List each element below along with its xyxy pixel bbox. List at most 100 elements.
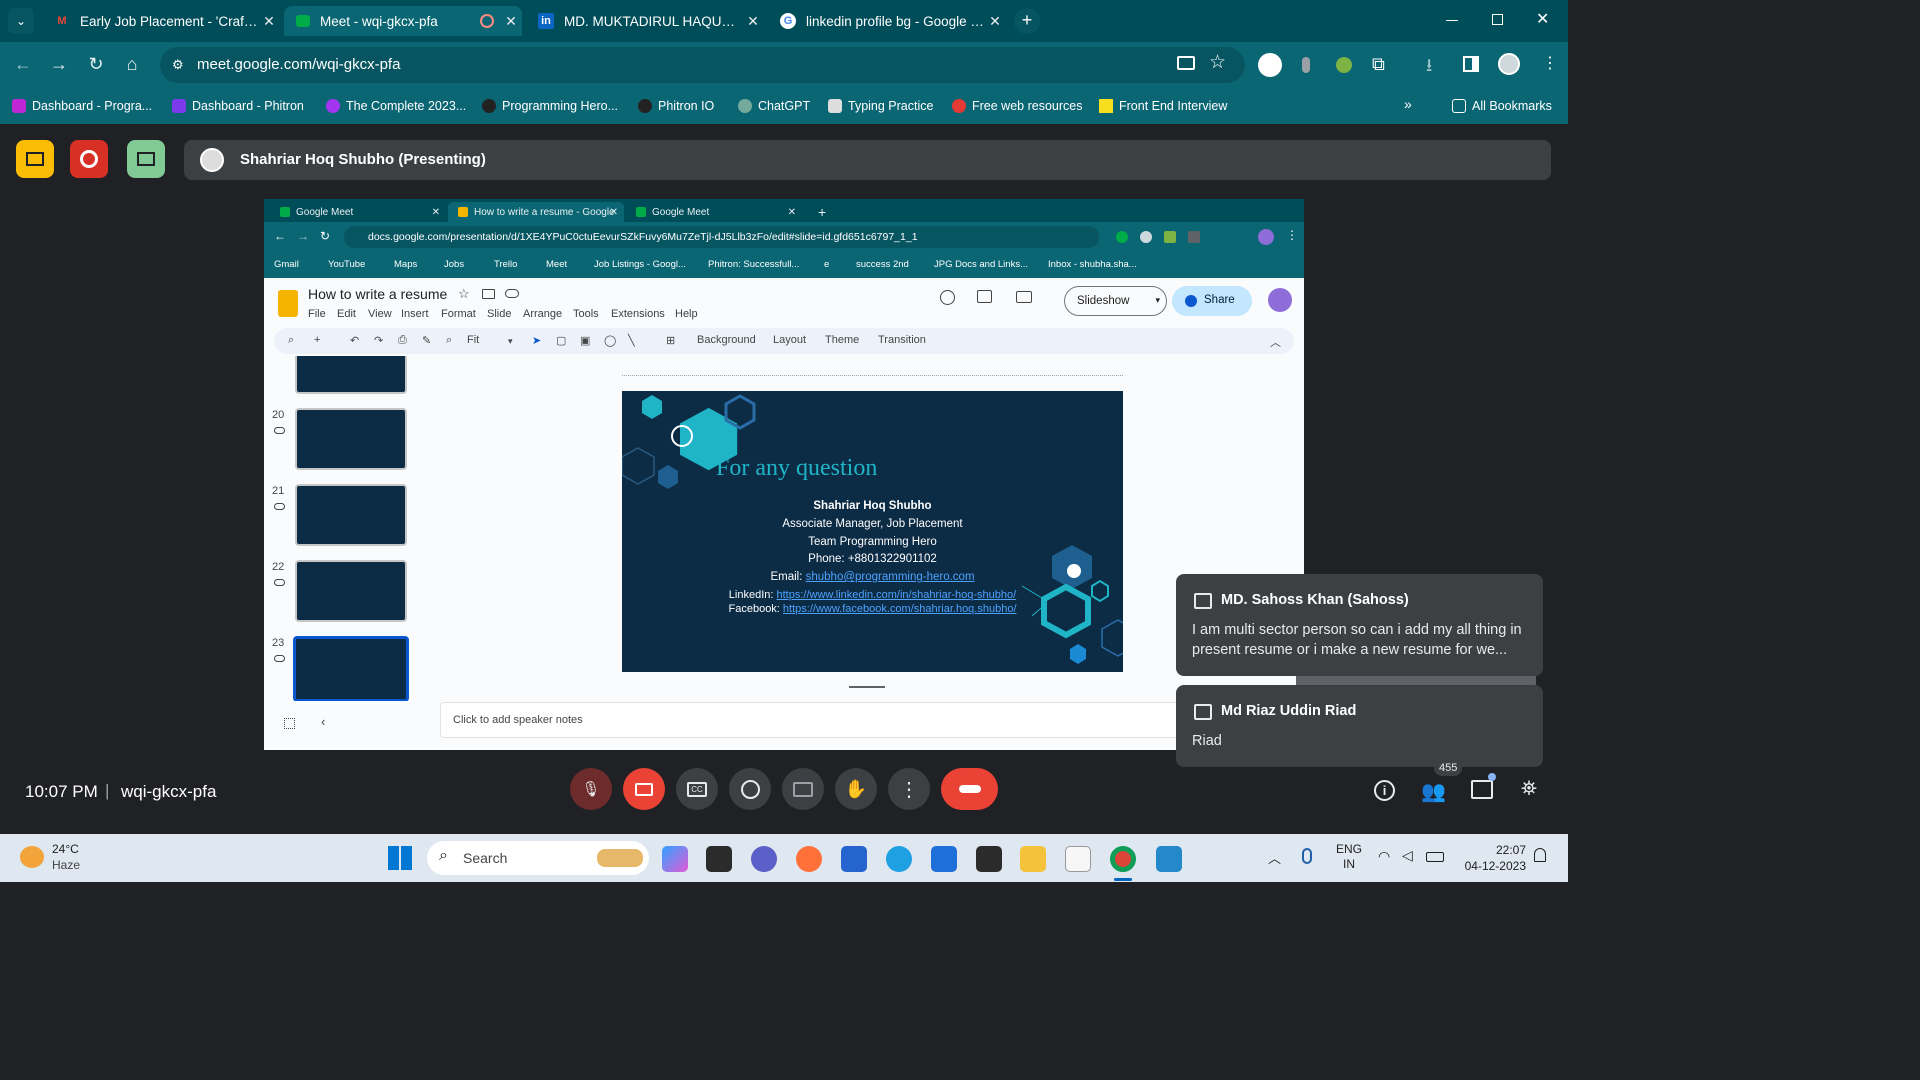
linkedin-icon: in (538, 13, 554, 29)
reload-icon[interactable]: ↻ (82, 50, 110, 78)
bookmark-item[interactable]: Dashboard - Phitron (172, 94, 304, 118)
close-icon[interactable]: ✕ (258, 13, 280, 30)
notification-bell-icon[interactable] (1534, 848, 1546, 862)
firefox-icon[interactable] (796, 846, 822, 872)
bookmark-item[interactable]: The Complete 2023... (326, 94, 466, 118)
profile-avatar (1258, 229, 1274, 245)
activities-icon[interactable]: ⛯ (1521, 778, 1537, 801)
browser-tab-gmail[interactable]: M Early Job Placement - 'Crafting y ✕ (42, 6, 280, 36)
download-icon[interactable]: ⭳ (1426, 53, 1432, 83)
gmail-icon: M (57, 15, 67, 27)
new-tab-button[interactable]: + (1014, 8, 1040, 34)
microphone-icon[interactable] (1302, 848, 1312, 864)
edge-icon[interactable] (886, 846, 912, 872)
home-icon[interactable]: ⌂ (118, 50, 146, 78)
bookmark-item[interactable]: Typing Practice (828, 94, 933, 118)
meet-icon (280, 207, 290, 217)
extension-icon[interactable] (1258, 53, 1282, 77)
clock[interactable]: 22:07 04-12-2023 (1456, 842, 1526, 874)
slides-icon (458, 207, 468, 217)
extension-icon[interactable] (1336, 57, 1352, 73)
wifi-icon[interactable]: ◠ (1378, 848, 1390, 865)
copilot-icon[interactable] (662, 846, 688, 872)
meet-app-icon[interactable] (751, 846, 777, 872)
slide-email: Email: shubho@programming-hero.com (770, 571, 975, 583)
menu-edit: Edit (337, 308, 356, 320)
recording-button[interactable] (70, 140, 108, 178)
slides-logo-icon (278, 290, 298, 317)
meet-stage: Shahriar Hoq Shubho (Presenting) Google … (0, 124, 1568, 834)
language-indicator[interactable]: ENG IN (1336, 842, 1362, 872)
restore-icon[interactable] (1492, 14, 1503, 25)
linkedin-link: https://www.linkedin.com/in/shahriar-hoq… (776, 589, 1017, 601)
bookmark-item[interactable]: Programming Hero... (482, 94, 618, 118)
windows-start-icon[interactable] (388, 846, 412, 870)
extensions-puzzle-icon[interactable]: ⧉ (1372, 54, 1385, 75)
store-icon[interactable] (931, 846, 957, 872)
close-icon[interactable]: ✕ (500, 13, 522, 30)
mic-off-button[interactable]: 🎙 (570, 768, 612, 810)
browser-tab-meet[interactable]: Meet - wqi-gkcx-pfa ✕ (284, 6, 522, 36)
stop-presenting-button[interactable] (16, 140, 54, 178)
bookmark-item[interactable]: Phitron IO (638, 94, 714, 118)
bookmark-favicon-icon (828, 99, 842, 113)
bookmark-item[interactable]: ChatGPT (738, 94, 810, 118)
dropbox-icon[interactable] (976, 846, 1002, 872)
shared-tab: Google Meet ✕ (626, 202, 802, 222)
close-icon[interactable]: ✕ (984, 13, 1006, 30)
meeting-details-icon[interactable]: i (1374, 780, 1395, 801)
file-explorer-icon[interactable] (1020, 846, 1046, 872)
link-icon (274, 579, 285, 586)
reactions-button[interactable] (729, 768, 771, 810)
bookmark-item[interactable]: Free web resources (952, 94, 1082, 118)
amazon-icon[interactable] (1065, 846, 1091, 872)
forward-icon[interactable]: → (45, 50, 73, 78)
bookmark-item: Gmail (274, 259, 299, 270)
side-panel-icon[interactable] (1463, 56, 1479, 72)
chrome-icon[interactable] (1110, 846, 1136, 872)
captions-button[interactable]: CC (676, 768, 718, 810)
cast-icon[interactable] (1177, 56, 1195, 70)
all-bookmarks-button[interactable]: All Bookmarks (1452, 94, 1552, 118)
bookmark-favicon-icon (326, 99, 340, 113)
tab-search-button[interactable]: ⌄ (8, 8, 34, 34)
site-info-icon[interactable]: ⚙ (172, 57, 184, 73)
browser-menu-icon[interactable]: ⋮ (1542, 53, 1558, 73)
present-now-button[interactable] (782, 768, 824, 810)
people-icon[interactable]: 👥 (1421, 779, 1446, 804)
back-icon[interactable]: ← (9, 50, 37, 78)
chat-message: I am multi sector person so can i add my… (1192, 622, 1522, 658)
chat-notification[interactable]: Md Riaz Uddin Riad Riad (1176, 685, 1543, 767)
bookmark-star-icon[interactable]: ☆ (1209, 51, 1226, 74)
chat-icon[interactable] (1471, 780, 1493, 799)
paint-format-icon: ✎ (422, 335, 432, 347)
address-bar[interactable]: ⚙ meet.google.com/wqi-gkcx-pfa ☆ (160, 47, 1245, 83)
close-icon: ✕ (787, 206, 796, 218)
more-options-button[interactable]: ⋮ (888, 768, 930, 810)
bookmark-item[interactable]: Front End Interview (1099, 94, 1227, 118)
chat-author: Md Riaz Uddin Riad (1221, 703, 1357, 719)
more-bookmarks-chevron-icon[interactable]: » (1404, 96, 1412, 112)
vscode-icon[interactable] (1156, 846, 1182, 872)
todo-icon[interactable] (841, 846, 867, 872)
camera-off-button[interactable] (623, 768, 665, 810)
minimize-icon[interactable] (1446, 20, 1458, 21)
extension-icon[interactable] (1302, 57, 1310, 73)
task-view-icon[interactable] (706, 846, 732, 872)
browser-tab-linkedin[interactable]: in MD. MUKTADIRUL HAQUE MA ✕ (526, 6, 764, 36)
companion-mode-button[interactable] (127, 140, 165, 178)
profile-avatar[interactable] (1498, 53, 1520, 75)
browser-tab-google-search[interactable]: G linkedin profile bg - Google Sea ✕ (768, 6, 1006, 36)
battery-icon[interactable] (1426, 852, 1444, 862)
raise-hand-button[interactable]: ✋ (835, 768, 877, 810)
taskbar-search[interactable]: ⌕ Search (427, 841, 649, 875)
window-close-icon[interactable]: ✕ (1536, 9, 1549, 29)
volume-icon[interactable]: ◁ (1402, 847, 1413, 864)
bookmark-item[interactable]: Dashboard - Progra... (12, 94, 152, 118)
close-icon[interactable]: ✕ (742, 13, 764, 30)
chat-message: Riad (1192, 733, 1222, 749)
leave-call-button[interactable] (941, 768, 998, 810)
chat-notification[interactable]: MD. Sahoss Khan (Sahoss) I am multi sect… (1176, 574, 1543, 676)
chevron-up-icon[interactable]: ︿ (1268, 848, 1281, 867)
url-text: meet.google.com/wqi-gkcx-pfa (197, 56, 401, 73)
